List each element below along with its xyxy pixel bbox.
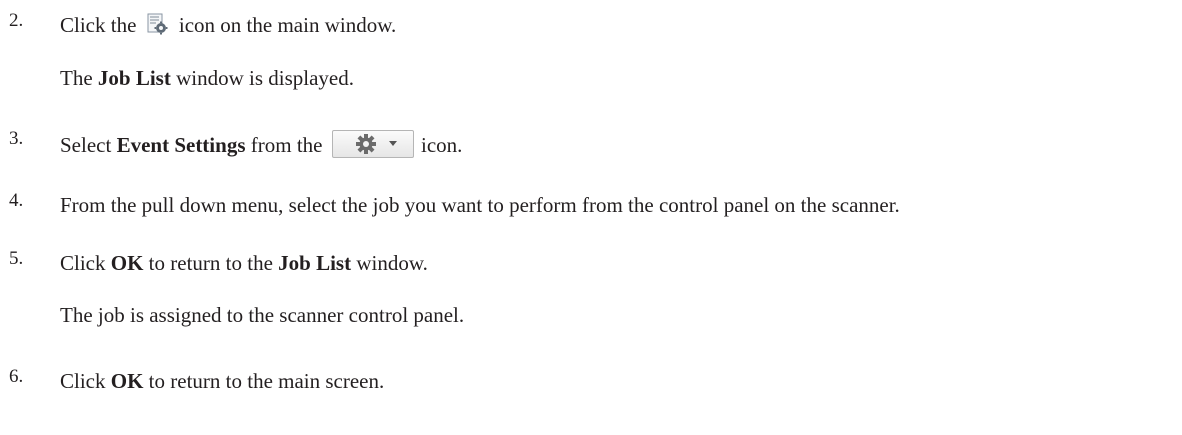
step-text: Select Event Settings from the icon.	[60, 130, 462, 158]
step-number: 5.	[9, 248, 24, 269]
step-number: 6.	[9, 366, 24, 387]
step-text: Click OK to return to the Job List windo…	[60, 251, 428, 275]
job-settings-document-icon	[146, 13, 168, 35]
step-result: The Job List window is displayed.	[60, 66, 354, 90]
gear-dropdown-icon	[331, 130, 414, 158]
step-text: Click OK to return to the main screen.	[60, 369, 385, 393]
step-number: 2.	[9, 10, 24, 31]
step-text: Click the icon on the main window.	[60, 13, 397, 37]
step-number: 3.	[9, 128, 24, 149]
step-result: The job is assigned to the scanner contr…	[60, 303, 465, 327]
step-text: From the pull down menu, select the job …	[60, 193, 900, 217]
step-number: 4.	[9, 190, 24, 211]
